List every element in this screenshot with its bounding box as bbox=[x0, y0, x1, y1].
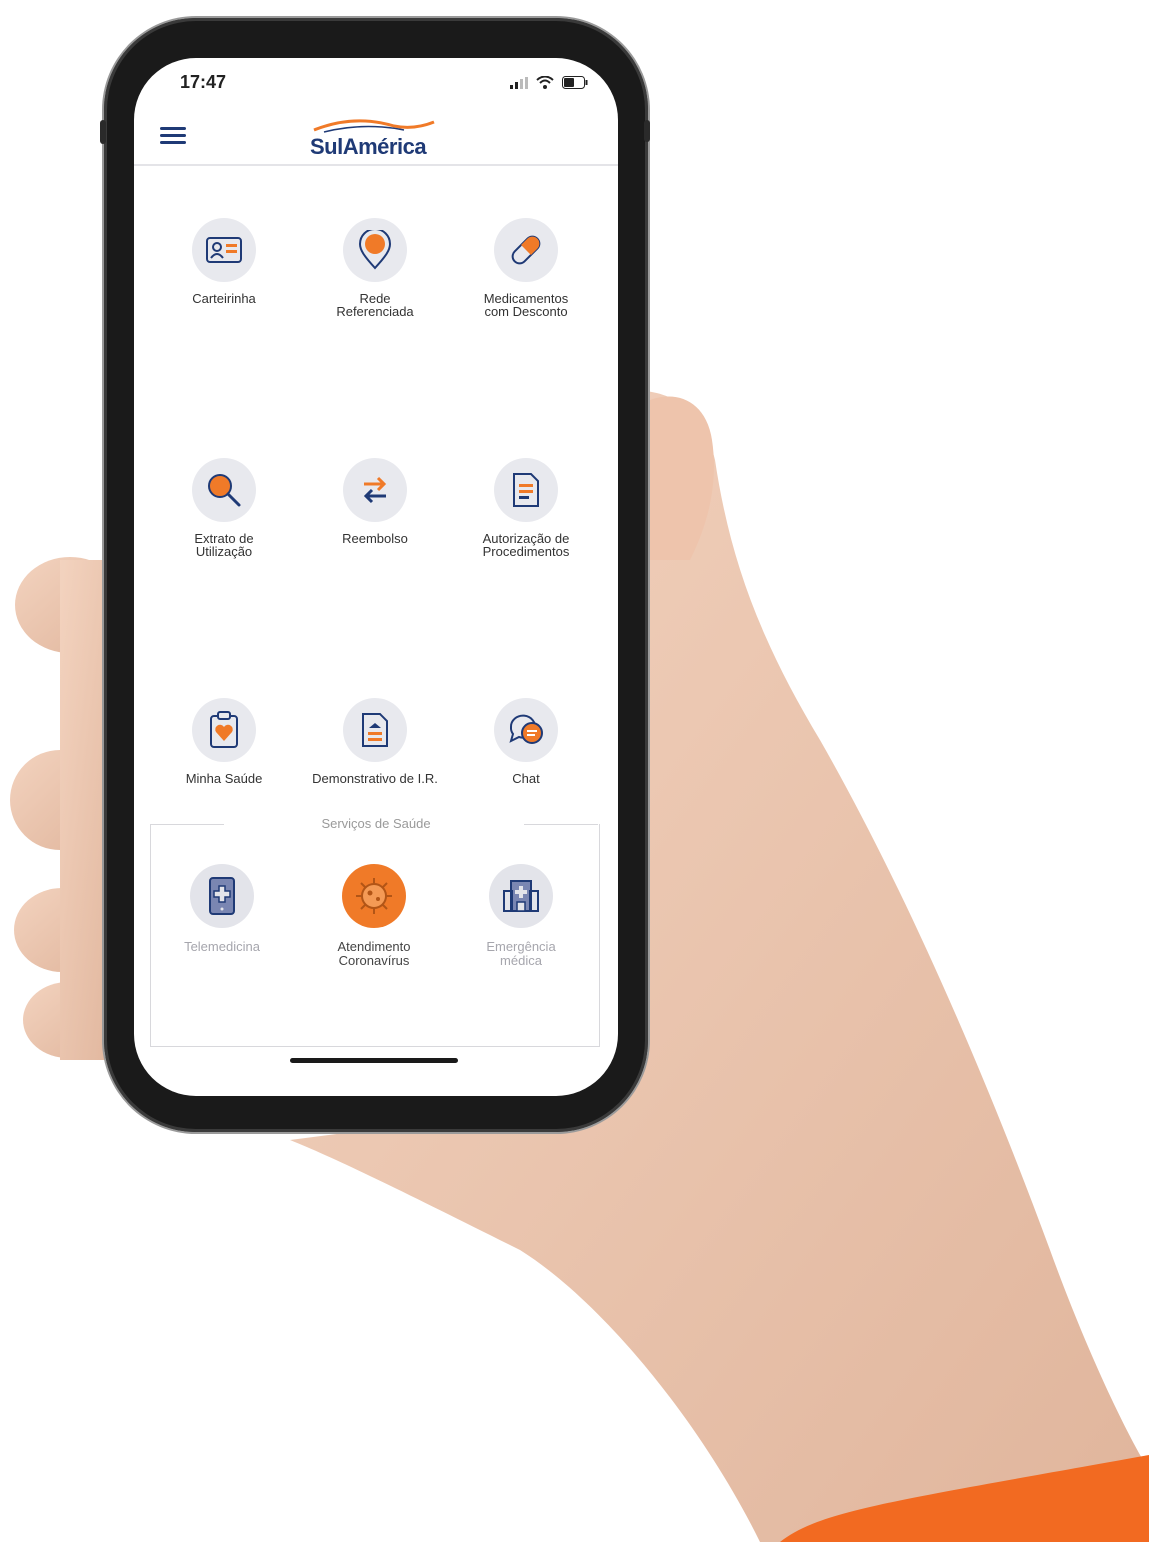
service-telemedicina[interactable]: Telemedicina bbox=[147, 864, 297, 954]
menu-item-label: Chat bbox=[512, 771, 540, 786]
magnifier-icon bbox=[208, 474, 241, 507]
virus-icon bbox=[356, 878, 392, 914]
phone-side-button bbox=[100, 120, 106, 144]
icon-circle bbox=[192, 698, 256, 762]
menu-item-rede-referenciada[interactable]: Rede Referenciada bbox=[300, 218, 450, 318]
icon-circle bbox=[343, 698, 407, 762]
menu-item-label: Minha Saúde bbox=[185, 771, 263, 786]
app-screen: 17:47 SulAmérica Carteirinha Rede Refere… bbox=[134, 58, 618, 1096]
menu-item-medicamentos[interactable]: Medicamentos com Desconto bbox=[451, 218, 601, 318]
tablet-cross-icon bbox=[209, 877, 235, 915]
menu-item-label: Rede Referenciada bbox=[336, 291, 414, 319]
battery-icon bbox=[562, 76, 588, 89]
status-bar: 17:47 bbox=[134, 58, 618, 118]
menu-bar bbox=[160, 127, 186, 130]
hospital-icon bbox=[503, 880, 539, 912]
hamburger-menu-button[interactable] bbox=[160, 124, 186, 150]
icon-circle bbox=[343, 458, 407, 522]
menu-item-demonstrativo-ir[interactable]: Demonstrativo de I.R. bbox=[300, 698, 450, 785]
pill-icon bbox=[511, 235, 541, 265]
menu-item-label: Extrato de Utilização bbox=[194, 531, 254, 559]
menu-bar bbox=[160, 134, 186, 137]
document-icon bbox=[513, 473, 539, 507]
service-label: Emergência médica bbox=[486, 939, 556, 968]
menu-item-reembolso[interactable]: Reembolso bbox=[300, 458, 450, 545]
menu-item-label: Autorização de Procedimentos bbox=[482, 531, 570, 559]
menu-item-minha-saude[interactable]: Minha Saúde bbox=[149, 698, 299, 785]
service-label: Atendimento Coronavírus bbox=[337, 939, 411, 968]
report-document-icon bbox=[362, 713, 388, 747]
wifi-icon bbox=[536, 76, 554, 89]
chat-bubbles-icon bbox=[509, 714, 543, 744]
clipboard-heart-icon bbox=[210, 711, 238, 748]
sulamerica-logo: SulAmérica bbox=[304, 116, 444, 160]
location-pin-icon bbox=[358, 230, 392, 270]
icon-circle bbox=[494, 458, 558, 522]
icon-circle bbox=[342, 864, 406, 928]
menu-item-chat[interactable]: Chat bbox=[451, 698, 601, 785]
menu-bar bbox=[160, 141, 186, 144]
icon-circle bbox=[489, 864, 553, 928]
phone-side-button bbox=[644, 120, 650, 142]
logo-swoosh-icon bbox=[313, 119, 435, 133]
menu-item-label: Medicamentos com Desconto bbox=[483, 291, 569, 319]
menu-item-autorizacao[interactable]: Autorização de Procedimentos bbox=[451, 458, 601, 558]
home-indicator[interactable] bbox=[290, 1058, 458, 1063]
app-header: SulAmérica bbox=[134, 116, 618, 166]
service-label: Telemedicina bbox=[184, 939, 260, 954]
status-icons bbox=[510, 76, 588, 89]
icon-circle bbox=[190, 864, 254, 928]
menu-item-carteirinha[interactable]: Carteirinha bbox=[149, 218, 299, 305]
icon-circle bbox=[494, 218, 558, 282]
icon-circle bbox=[192, 218, 256, 282]
signal-icon bbox=[510, 76, 528, 89]
menu-item-label: Carteirinha bbox=[192, 291, 256, 306]
id-card-icon bbox=[206, 237, 242, 263]
logo-text: SulAmérica bbox=[310, 134, 427, 159]
icon-circle bbox=[343, 218, 407, 282]
menu-item-extrato[interactable]: Extrato de Utilização bbox=[149, 458, 299, 558]
service-atendimento-coronavirus[interactable]: Atendimento Coronavírus bbox=[299, 864, 449, 968]
status-time: 17:47 bbox=[180, 72, 227, 92]
icon-circle bbox=[494, 698, 558, 762]
menu-item-label: Demonstrativo de I.R. bbox=[312, 771, 438, 786]
exchange-arrows-icon bbox=[363, 476, 387, 504]
menu-item-label: Reembolso bbox=[342, 531, 408, 546]
icon-circle bbox=[192, 458, 256, 522]
service-emergencia-medica[interactable]: Emergência médica bbox=[446, 864, 596, 968]
